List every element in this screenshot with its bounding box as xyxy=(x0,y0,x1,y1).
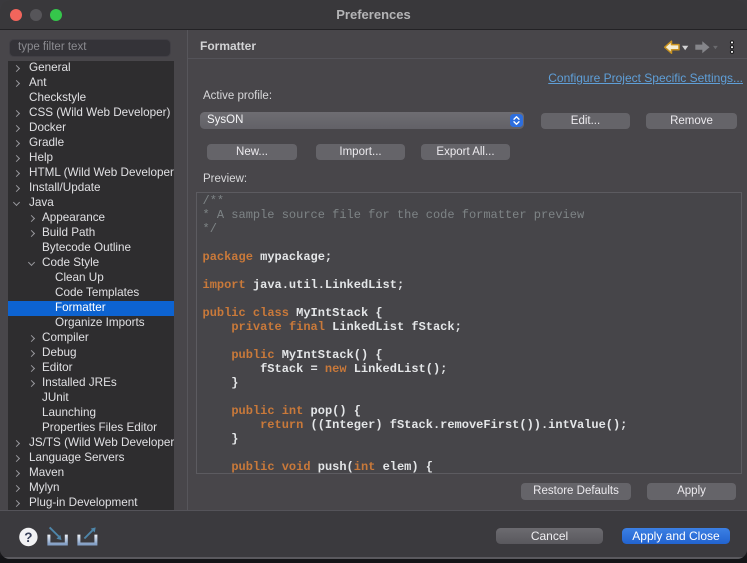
svg-text:?: ? xyxy=(24,530,32,545)
